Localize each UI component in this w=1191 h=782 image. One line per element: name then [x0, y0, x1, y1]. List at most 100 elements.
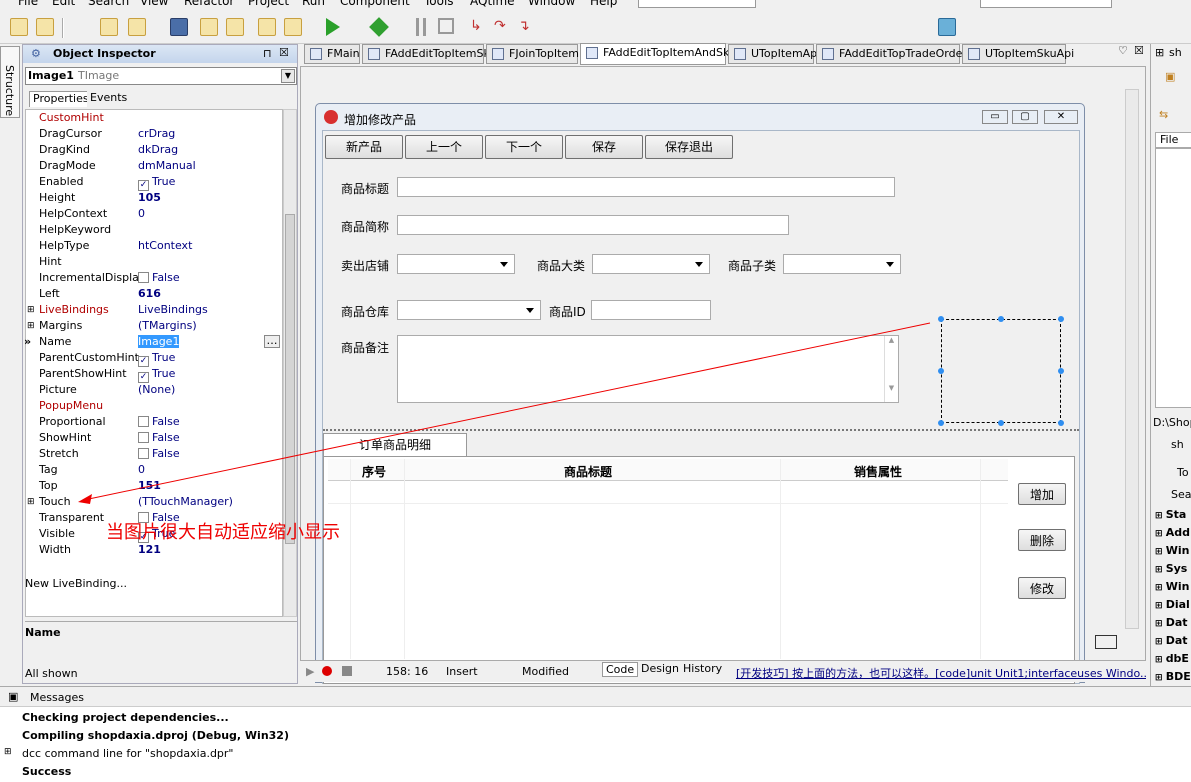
property-value[interactable]: ✓ True: [138, 174, 175, 191]
search-box[interactable]: [638, 0, 756, 8]
grid-header-attr[interactable]: 销售属性: [854, 463, 902, 480]
resize-handle[interactable]: [938, 420, 944, 426]
tab-order-detail[interactable]: 订单商品明细: [323, 433, 467, 457]
shop-select[interactable]: [397, 254, 515, 274]
manager-icon[interactable]: ▣: [1165, 70, 1175, 83]
property-value[interactable]: 151: [138, 478, 161, 494]
property-row[interactable]: Proportional False: [26, 414, 284, 430]
resize-handle[interactable]: [938, 368, 944, 374]
remove-from-project-icon[interactable]: [284, 18, 302, 36]
desktop-combo[interactable]: [980, 0, 1112, 8]
property-row[interactable]: Top 151: [26, 478, 284, 494]
property-row[interactable]: ⊞ Margins (TMargins): [26, 318, 284, 334]
category-select[interactable]: [592, 254, 710, 274]
checkbox[interactable]: [138, 432, 149, 443]
property-value[interactable]: ✓ True: [138, 350, 175, 367]
property-value[interactable]: ✓ True: [138, 366, 175, 383]
property-row[interactable]: IncrementalDisplay False: [26, 270, 284, 286]
editor-tab[interactable]: UTopItemApi: [728, 44, 820, 64]
tab-history[interactable]: History: [680, 662, 725, 675]
menu-project[interactable]: Project: [248, 0, 289, 8]
id-field[interactable]: [591, 300, 711, 320]
resize-handle[interactable]: [1058, 368, 1064, 374]
property-row[interactable]: PopupMenu: [26, 398, 284, 414]
property-value[interactable]: 0: [138, 462, 145, 478]
editor-tab[interactable]: FJoinTopItem: [486, 44, 579, 64]
open-folder-icon[interactable]: [226, 18, 244, 36]
pause-icon[interactable]: [416, 18, 426, 36]
splitter[interactable]: [323, 429, 1079, 431]
play-icon[interactable]: ▶: [306, 665, 314, 678]
property-row[interactable]: CustomHint: [26, 110, 284, 126]
add-file-icon[interactable]: [128, 18, 146, 36]
stop-icon[interactable]: [438, 18, 454, 34]
brief-field[interactable]: [397, 215, 789, 235]
add-row-button[interactable]: 增加: [1018, 483, 1066, 505]
property-value[interactable]: LiveBindings: [138, 302, 208, 318]
editor-tab[interactable]: FAddEditTopItemSku: [362, 44, 497, 64]
expand-icon[interactable]: ⊞: [27, 318, 35, 334]
property-row[interactable]: Tag 0: [26, 462, 284, 478]
expand-icon[interactable]: ⊞: [1155, 511, 1166, 521]
property-row[interactable]: DragCursor crDrag: [26, 126, 284, 142]
expand-icon[interactable]: ⊞: [1155, 673, 1166, 683]
menu-run[interactable]: Run: [302, 0, 325, 8]
save-icon[interactable]: [170, 18, 188, 36]
editor-tab[interactable]: UTopItemSkuApi: [962, 44, 1074, 64]
subcategory-select[interactable]: [783, 254, 901, 274]
save-exit-button[interactable]: 保存退出: [645, 135, 733, 159]
property-value[interactable]: False: [138, 270, 180, 286]
palette-category[interactable]: ⊞ Win: [1155, 544, 1189, 560]
run-icon[interactable]: [326, 18, 340, 36]
structure-side-tab[interactable]: Structure: [0, 46, 20, 118]
step-over-icon[interactable]: ↷: [494, 18, 506, 34]
property-row[interactable]: DragKind dkDrag: [26, 142, 284, 158]
palette-category[interactable]: ⊞ Dat: [1155, 634, 1188, 650]
menu-file[interactable]: File: [18, 0, 38, 8]
property-value[interactable]: crDrag: [138, 126, 175, 142]
property-row[interactable]: ⊞ Touch (TTouchManager): [26, 494, 284, 510]
maximize-icon[interactable]: ▢: [1012, 110, 1038, 124]
expand-icon[interactable]: ⊞: [27, 302, 35, 318]
menu-edit[interactable]: Edit: [52, 0, 75, 8]
property-row[interactable]: Left 616: [26, 286, 284, 302]
property-value[interactable]: 0: [138, 206, 145, 222]
run-to-cursor-icon[interactable]: ↴: [518, 18, 530, 34]
close-tab-icon[interactable]: ☒: [1134, 44, 1144, 57]
checkbox[interactable]: [138, 272, 149, 283]
menu-refactor[interactable]: Refactor: [184, 0, 234, 8]
property-row[interactable]: ShowHint False: [26, 430, 284, 446]
open-project-icon[interactable]: [100, 18, 118, 36]
property-row[interactable]: Picture (None): [26, 382, 284, 398]
property-row[interactable]: HelpKeyword: [26, 222, 284, 238]
save-button[interactable]: 保存: [565, 135, 643, 159]
form-preview-icon[interactable]: [1095, 635, 1117, 649]
step-into-icon[interactable]: ↳: [470, 18, 482, 34]
prev-button[interactable]: 上一个: [405, 135, 483, 159]
property-value[interactable]: Image1: [138, 334, 180, 350]
new-icon[interactable]: [10, 18, 28, 36]
property-value[interactable]: htContext: [138, 238, 192, 254]
news-ticker[interactable]: [开发技巧] 按上面的方法，也可以这样。[code]unit Unit1;int…: [736, 665, 1146, 681]
expand-icon[interactable]: ⊞: [1155, 529, 1166, 539]
property-row[interactable]: Height 105: [26, 190, 284, 206]
property-value[interactable]: dkDrag: [138, 142, 178, 158]
expand-icon[interactable]: ⊞: [4, 747, 12, 757]
property-value[interactable]: dmManual: [138, 158, 196, 174]
property-row[interactable]: » Name Image1…: [24, 334, 284, 350]
new-livebinding-link[interactable]: New LiveBinding...: [25, 577, 127, 590]
palette-category[interactable]: ⊞ Win: [1155, 580, 1189, 596]
record-icon[interactable]: [322, 666, 332, 676]
menu-component[interactable]: Component: [340, 0, 410, 8]
chevron-down-icon[interactable]: ▼: [281, 69, 295, 83]
palette-category[interactable]: ⊞ dbE: [1155, 652, 1189, 668]
delete-row-button[interactable]: 删除: [1018, 529, 1066, 551]
property-row[interactable]: ⊞ LiveBindings LiveBindings: [26, 302, 284, 318]
open-icon[interactable]: [36, 18, 54, 36]
design-scrollbar[interactable]: [1125, 89, 1139, 629]
property-row[interactable]: DragMode dmManual: [26, 158, 284, 174]
note-memo[interactable]: ▲ ▼: [397, 335, 899, 403]
expand-icon[interactable]: ⊞: [1155, 547, 1166, 557]
property-row[interactable]: Enabled ✓ True: [26, 174, 284, 191]
checkbox[interactable]: [138, 416, 149, 427]
